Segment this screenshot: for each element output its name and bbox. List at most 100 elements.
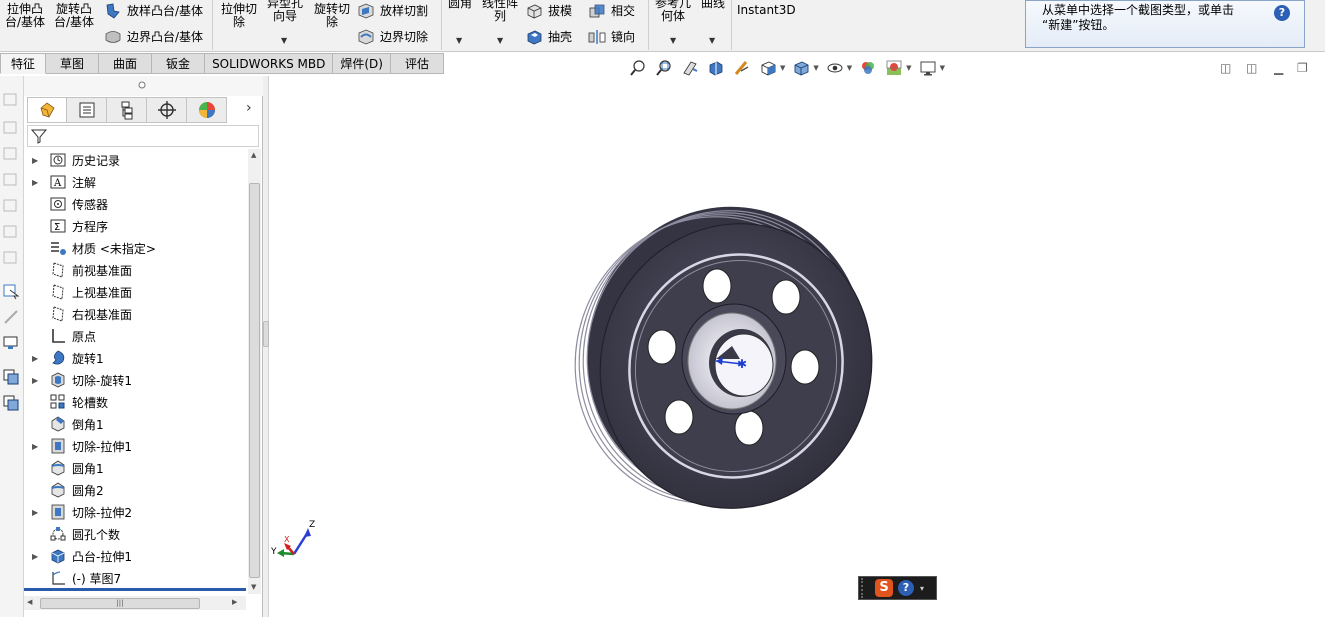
ime-help-icon[interactable]: ? — [898, 580, 914, 596]
expand-arrow-icon[interactable]: ▶ — [32, 178, 42, 187]
panel-left-icon[interactable]: ◫ — [1220, 61, 1231, 75]
apply-scene-icon[interactable] — [884, 59, 904, 77]
tree-item[interactable]: ▶ 切除-拉伸2 — [24, 501, 246, 523]
instant3d-button[interactable]: Instant3D — [737, 4, 796, 17]
view-settings-icon[interactable] — [918, 59, 938, 77]
revolve-cut-button[interactable]: 旋转切 除 — [310, 3, 354, 29]
expand-arrow-icon[interactable]: ▶ — [32, 442, 42, 451]
view-orientation-icon[interactable] — [758, 59, 778, 77]
tree-item[interactable]: ▶ A 注解 — [24, 171, 246, 193]
reference-geometry-dropdown-icon[interactable]: ▼ — [670, 36, 676, 45]
tree-item[interactable]: 轮槽数 — [24, 391, 246, 413]
tree-item[interactable]: (-) 草图7 — [24, 567, 246, 589]
strip-box-icon[interactable] — [2, 90, 20, 108]
curves-button[interactable]: 曲线 — [698, 0, 728, 10]
section-view-icon[interactable] — [706, 59, 726, 77]
tree-item[interactable]: 传感器 — [24, 193, 246, 215]
apply-scene-dropdown-icon[interactable]: ▼ — [906, 64, 911, 72]
hole-wizard-dropdown-icon[interactable]: ▼ — [281, 36, 287, 45]
strip-view-icon[interactable] — [2, 334, 20, 352]
scroll-up-icon[interactable]: ▲ — [251, 151, 256, 159]
tree-horizontal-scrollbar[interactable]: ◀ ||| ▶ — [24, 596, 246, 610]
linear-pattern-dropdown-icon[interactable]: ▼ — [497, 36, 503, 45]
tree-item[interactable]: ▶ 旋转1 — [24, 347, 246, 369]
tab-surfaces[interactable]: 曲面 — [99, 53, 153, 74]
hole-wizard-button[interactable]: 异型孔 向导 — [263, 0, 307, 23]
strip-box-icon[interactable] — [2, 118, 20, 136]
scroll-down-icon[interactable]: ▼ — [251, 583, 256, 591]
dynamic-annotation-icon[interactable] — [732, 59, 752, 77]
tab-solidworks-mbd[interactable]: SOLIDWORKS MBD — [205, 53, 334, 74]
tree-item[interactable]: 倒角1 — [24, 413, 246, 435]
feature-tree-filter[interactable] — [27, 125, 259, 147]
loft-boss-button[interactable]: 放样凸台/基体 — [104, 2, 203, 19]
expand-arrow-icon[interactable]: ▶ — [32, 552, 42, 561]
tree-item[interactable]: 原点 — [24, 325, 246, 347]
strip-copy-icon[interactable] — [2, 368, 20, 386]
strip-box-icon[interactable] — [2, 248, 20, 266]
scroll-left-icon[interactable]: ◀ — [27, 598, 32, 606]
view-orientation-dropdown-icon[interactable]: ▼ — [780, 64, 785, 72]
collapse-handle-icon[interactable] — [138, 81, 146, 89]
tree-item[interactable]: ▶ 历史记录 — [24, 149, 246, 171]
reference-geometry-button[interactable]: 参考几 何体 — [652, 0, 694, 23]
tab-weldments[interactable]: 焊件(D) — [333, 53, 391, 74]
ime-grip[interactable] — [861, 578, 871, 598]
tab-evaluate[interactable]: 评估 — [390, 53, 444, 74]
tree-vertical-scroll-thumb[interactable] — [249, 183, 260, 578]
expand-arrow-icon[interactable]: ▶ — [32, 354, 42, 363]
hide-show-dropdown-icon[interactable]: ▼ — [847, 64, 852, 72]
configuration-manager-tab[interactable] — [107, 97, 147, 123]
display-style-icon[interactable] — [791, 59, 811, 77]
tree-item[interactable]: 材质 <未指定> — [24, 237, 246, 259]
scroll-right-icon[interactable]: ▶ — [232, 598, 237, 606]
tree-item[interactable]: 右视基准面 — [24, 303, 246, 325]
rollback-bar[interactable] — [24, 588, 246, 591]
previous-view-icon[interactable] — [680, 59, 700, 77]
pulley-wheel-model[interactable]: ✱ — [538, 171, 908, 544]
tree-item[interactable]: 圆角1 — [24, 457, 246, 479]
ime-logo-icon[interactable]: S — [875, 579, 893, 597]
tree-item[interactable]: ▶ 切除-拉伸1 — [24, 435, 246, 457]
feature-tree-tab[interactable] — [27, 97, 67, 123]
boundary-cut-button[interactable]: 边界切除 — [357, 28, 428, 45]
expand-arrow-icon[interactable]: ▶ — [32, 156, 42, 165]
panel-splitter[interactable] — [263, 76, 269, 617]
fillet-dropdown-icon[interactable]: ▼ — [456, 36, 462, 45]
edit-appearance-icon[interactable] — [858, 59, 878, 77]
tab-features[interactable]: 特征 — [0, 53, 47, 74]
restore-icon[interactable]: ❐ — [1297, 61, 1308, 75]
tree-item[interactable]: 上视基准面 — [24, 281, 246, 303]
strip-box-icon[interactable] — [2, 170, 20, 188]
strip-tool-icon[interactable] — [2, 308, 20, 326]
splitter-grip[interactable] — [263, 321, 269, 347]
ime-menu-icon[interactable]: ▾ — [920, 584, 924, 593]
zoom-to-fit-icon[interactable] — [628, 59, 648, 77]
strip-box-icon[interactable] — [2, 196, 20, 214]
strip-box-icon[interactable] — [2, 144, 20, 162]
intersect-button[interactable]: 相交 — [588, 2, 635, 19]
view-settings-dropdown-icon[interactable]: ▼ — [940, 64, 945, 72]
tree-item[interactable]: ▶ 凸台-拉伸1 — [24, 545, 246, 567]
tree-vertical-scrollbar[interactable]: ▲ ▼ — [248, 149, 261, 594]
display-style-dropdown-icon[interactable]: ▼ — [813, 64, 818, 72]
fillet-button[interactable]: 圆角 — [446, 0, 474, 10]
dimxpert-manager-tab[interactable] — [147, 97, 187, 123]
tree-item[interactable]: 前视基准面 — [24, 259, 246, 281]
extrude-boss-button[interactable]: 拉伸凸 台/基体 — [3, 3, 47, 29]
expand-arrow-icon[interactable]: ▶ — [32, 508, 42, 517]
tree-item[interactable]: 圆角2 — [24, 479, 246, 501]
revolve-boss-button[interactable]: 旋转凸 台/基体 — [52, 3, 96, 29]
panel-right-icon[interactable]: ◫ — [1246, 61, 1257, 75]
graphics-canvas[interactable]: ✱ Z Y X — [270, 76, 1325, 617]
extrude-cut-button[interactable]: 拉伸切 除 — [218, 3, 260, 29]
draft-button[interactable]: 拔模 — [525, 2, 572, 19]
tree-item[interactable]: Σ 方程序 — [24, 215, 246, 237]
tab-sketch[interactable]: 草图 — [46, 53, 100, 74]
graphics-area[interactable]: ✱ Z Y X — [270, 76, 1325, 617]
strip-box-icon[interactable] — [2, 222, 20, 240]
boundary-boss-button[interactable]: 边界凸台/基体 — [104, 28, 203, 45]
display-manager-tab[interactable] — [187, 97, 227, 123]
zoom-to-area-icon[interactable] — [654, 59, 674, 77]
mirror-button[interactable]: 镜向 — [588, 28, 635, 45]
